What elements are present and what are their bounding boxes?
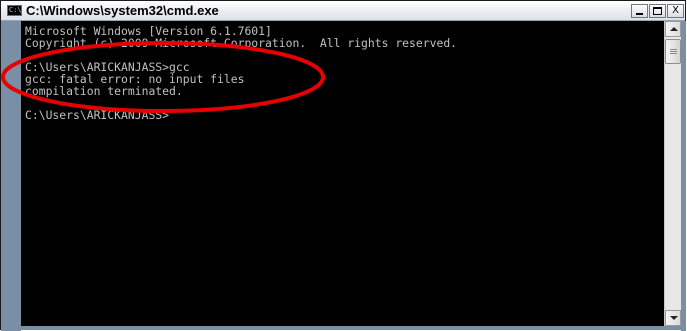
maximize-icon — [653, 7, 662, 15]
minimize-icon — [636, 13, 643, 15]
scroll-down-button[interactable] — [665, 310, 681, 326]
console-prompt: C:\Users\ARICKANJASS> — [25, 108, 170, 122]
arrow-down-icon — [670, 316, 678, 320]
title-bar[interactable]: C:\ C:\Windows\system32\cmd.exe X — [1, 1, 685, 21]
console-line: Copyright (c) 2009 Microsoft Corporation… — [25, 36, 458, 50]
scrollbar-thumb[interactable] — [665, 39, 681, 64]
window-frame-right — [681, 21, 686, 331]
maximize-button[interactable] — [649, 4, 666, 18]
window-frame-left — [1, 21, 21, 331]
minimize-button[interactable] — [631, 4, 648, 18]
grip-line — [670, 53, 677, 54]
close-icon: X — [672, 5, 679, 16]
console-output[interactable]: Microsoft Windows [Version 6.1.7601] Cop… — [21, 21, 664, 326]
vertical-scrollbar[interactable] — [664, 21, 681, 326]
arrow-up-icon — [670, 27, 678, 31]
grip-line — [670, 51, 677, 52]
scroll-up-button[interactable] — [665, 21, 681, 37]
cmd-icon: C:\ — [7, 5, 22, 16]
console-line: compilation terminated. — [25, 84, 183, 98]
cmd-icon-text: C:\ — [9, 6, 22, 14]
grip-line — [670, 49, 677, 50]
window-title: C:\Windows\system32\cmd.exe — [26, 3, 219, 18]
window-frame-bottom — [1, 326, 686, 330]
cmd-window: C:\ C:\Windows\system32\cmd.exe X Micros… — [0, 0, 686, 331]
close-button[interactable]: X — [667, 4, 684, 18]
